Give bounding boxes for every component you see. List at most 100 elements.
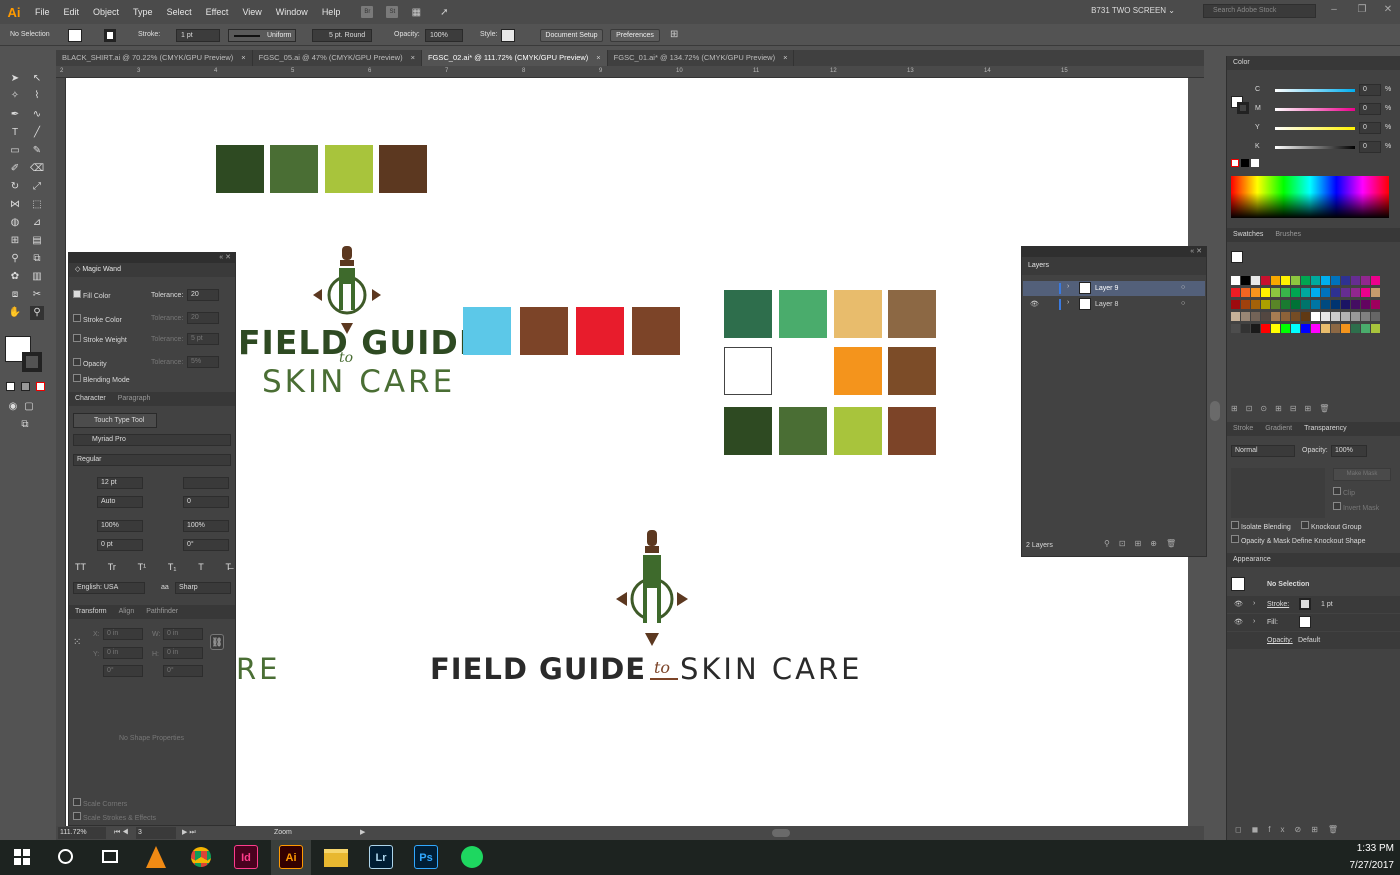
swatch-chip[interactable] xyxy=(1261,312,1270,321)
mesh-tool-icon[interactable]: ⊞ xyxy=(8,234,22,248)
palette-swatch-rust[interactable] xyxy=(888,347,936,395)
tab-transform[interactable]: Transform xyxy=(75,605,107,619)
vlc-icon[interactable] xyxy=(146,846,166,868)
swatch-chip[interactable] xyxy=(1371,324,1380,333)
palette-swatch-teal-green[interactable] xyxy=(724,290,772,338)
menu-help[interactable]: Help xyxy=(315,7,348,17)
layer-row-8[interactable]: 👁 › Layer 8 ○ xyxy=(1023,297,1205,312)
color-mode-icon[interactable] xyxy=(6,382,15,391)
knockout-group-option[interactable]: Knockout Group xyxy=(1301,521,1362,531)
swatch-chip[interactable] xyxy=(1261,324,1270,333)
blending-mode-checkbox[interactable] xyxy=(73,374,81,382)
swatch-chip[interactable] xyxy=(1361,276,1370,285)
isolate-blending-option[interactable]: Isolate Blending xyxy=(1231,521,1291,531)
gradient-mode-icon[interactable] xyxy=(21,382,30,391)
swatch-chip[interactable] xyxy=(1261,276,1270,285)
lasso-tool-icon[interactable]: ⌇ xyxy=(30,89,44,103)
small-caps-button[interactable]: Tr xyxy=(108,562,116,572)
y-field[interactable]: 0 in xyxy=(103,647,143,659)
anti-aliasing-field[interactable]: Sharp xyxy=(175,582,231,594)
direct-selection-tool-icon[interactable]: ↖ xyxy=(30,72,44,86)
menu-window[interactable]: Window xyxy=(269,7,315,17)
swatch-chip[interactable] xyxy=(1371,288,1380,297)
tab-fgsc-05[interactable]: FGSC_05.ai @ 47% (CMYK/GPU Preview) × xyxy=(253,50,422,66)
swatch-chip[interactable] xyxy=(1371,276,1380,285)
palette-swatch-orange[interactable] xyxy=(834,347,882,395)
zoom-level-field[interactable]: 111.72% xyxy=(58,827,106,839)
none-swatch[interactable] xyxy=(1231,159,1239,167)
swatch-chip[interactable] xyxy=(1241,276,1250,285)
weight-tolerance-field[interactable]: 5 pt xyxy=(187,333,219,345)
strikethrough-button[interactable]: T̶ xyxy=(225,562,231,572)
palette-swatch-sand[interactable] xyxy=(834,290,882,338)
swatch-chip[interactable] xyxy=(1241,312,1250,321)
scale-corners-checkbox[interactable] xyxy=(73,798,81,806)
stroke-color-option[interactable]: Stroke Color xyxy=(73,314,122,324)
align-options-icon[interactable]: ⊞ xyxy=(670,29,678,40)
eraser-tool-icon[interactable]: ⌫ xyxy=(30,162,44,176)
windows-start-icon[interactable] xyxy=(14,849,30,865)
palette-swatch-lime[interactable] xyxy=(834,407,882,455)
eyedropper-tool-icon[interactable]: ⚲ xyxy=(8,252,22,266)
swatch-chip[interactable] xyxy=(1331,300,1340,309)
stock-button[interactable]: St xyxy=(386,6,399,18)
document-setup-button[interactable]: Document Setup xyxy=(540,29,603,42)
opacity-mask-knockout-option[interactable]: Opacity & Mask Define Knockout Shape xyxy=(1231,535,1365,545)
appearance-stroke-row[interactable]: 👁 › Stroke: 1 pt xyxy=(1227,596,1400,613)
swatch-chip[interactable] xyxy=(1271,276,1280,285)
cortana-icon[interactable] xyxy=(58,849,73,864)
swatch-chip[interactable] xyxy=(1341,312,1350,321)
swatch-fill-icon[interactable] xyxy=(1231,251,1243,263)
current-tool-status[interactable]: Zoom xyxy=(274,826,292,840)
stroke-weight-option[interactable]: Stroke Weight xyxy=(73,334,127,344)
transparency-opacity-field[interactable]: 100% xyxy=(1331,445,1367,457)
subscript-button[interactable]: T₁ xyxy=(168,562,177,572)
line-tool-icon[interactable]: ╱ xyxy=(30,126,44,140)
arrange-documents-icon[interactable]: ▦ xyxy=(410,6,422,18)
maximize-icon[interactable]: ❐ xyxy=(1356,4,1368,16)
menu-view[interactable]: View xyxy=(235,7,268,17)
stroke-color-icon[interactable] xyxy=(22,352,42,372)
swatch-chip[interactable] xyxy=(1251,276,1260,285)
swatch-chip[interactable] xyxy=(1341,288,1350,297)
close-icon[interactable]: ✕ xyxy=(1382,4,1394,16)
menu-select[interactable]: Select xyxy=(160,7,199,17)
palette-swatch-bright-green[interactable] xyxy=(779,290,827,338)
swatch-chip[interactable] xyxy=(1231,288,1240,297)
swatch-chip[interactable] xyxy=(1251,324,1260,333)
tab-transparency[interactable]: Transparency xyxy=(1304,422,1347,436)
selection-tool-icon[interactable]: ➤ xyxy=(8,72,22,86)
tab-layers[interactable]: Layers xyxy=(1028,262,1049,269)
channel-slider-c[interactable] xyxy=(1275,89,1355,92)
swatch-chip[interactable] xyxy=(1271,300,1280,309)
swatch-chip[interactable] xyxy=(1331,324,1340,333)
free-transform-tool-icon[interactable]: ⬚ xyxy=(30,198,44,212)
next-artboard-button[interactable]: ▶ ⏭ xyxy=(182,826,196,840)
fill-tolerance-field[interactable]: 20 xyxy=(187,289,219,301)
swatch-chip[interactable] xyxy=(1291,288,1300,297)
appearance-opacity-label[interactable]: Opacity: xyxy=(1267,637,1293,644)
zoom-tool-icon[interactable]: ⚲ xyxy=(30,306,44,320)
channel-value-k[interactable]: 0 xyxy=(1359,141,1381,153)
stroke-tolerance-field[interactable]: 20 xyxy=(187,312,219,324)
swatch-chip[interactable] xyxy=(1361,324,1370,333)
language-field[interactable]: English: USA xyxy=(73,582,145,594)
menu-effect[interactable]: Effect xyxy=(199,7,236,17)
curvature-tool-icon[interactable]: ∿ xyxy=(30,108,44,122)
scale-tool-icon[interactable]: ⤢ xyxy=(30,180,44,194)
file-explorer-icon[interactable] xyxy=(324,849,348,867)
palette-swatch-dark-green[interactable] xyxy=(724,407,772,455)
indesign-icon[interactable]: Id xyxy=(234,845,258,869)
swatch-chip[interactable] xyxy=(1361,312,1370,321)
reference-point-icon[interactable]: ⁙ xyxy=(73,637,87,651)
swatch-chip[interactable] xyxy=(1351,312,1360,321)
swatch-chip[interactable] xyxy=(1241,324,1250,333)
rotate-angle-field[interactable]: 0° xyxy=(103,665,143,677)
color-swatch-rust[interactable] xyxy=(520,307,568,355)
invert-mask-checkbox[interactable] xyxy=(1333,502,1341,510)
appearance-fill-row[interactable]: 👁 › Fill: xyxy=(1227,614,1400,631)
swatch-chip[interactable] xyxy=(1231,324,1240,333)
artboard-number-field[interactable]: 3 xyxy=(136,827,176,839)
opacity-mask-checkbox[interactable] xyxy=(1231,535,1239,543)
swatch-chip[interactable] xyxy=(1361,300,1370,309)
